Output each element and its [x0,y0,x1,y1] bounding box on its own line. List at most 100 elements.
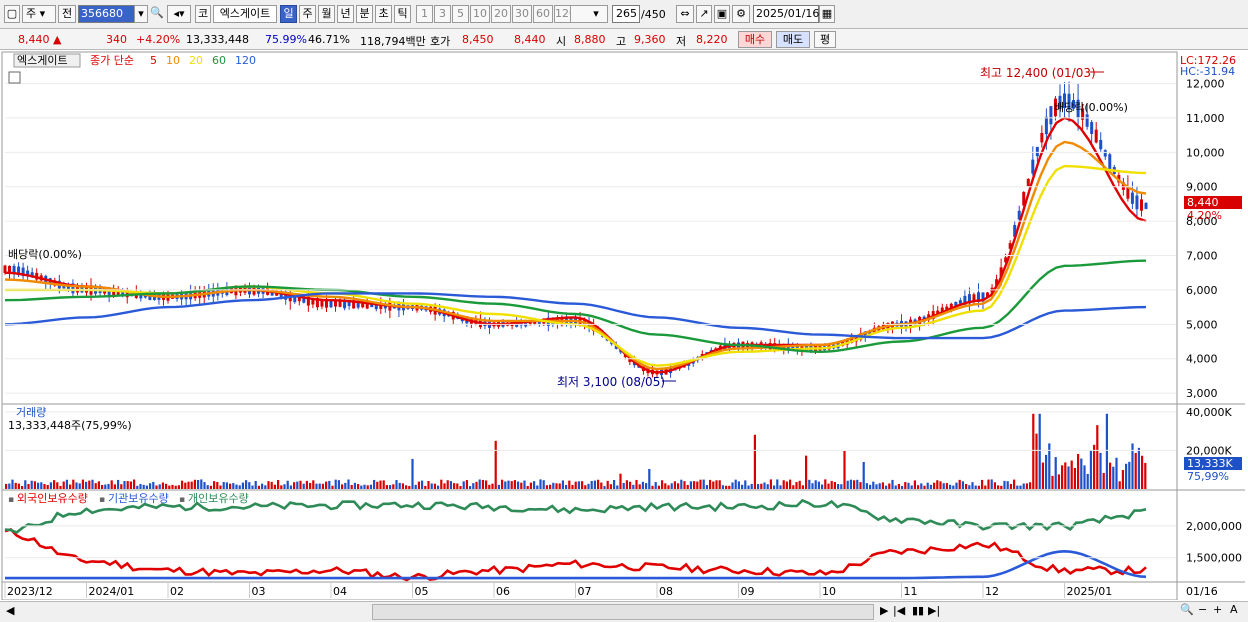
volume-bar [865,483,868,489]
volume-bar [139,484,142,489]
chart-scrollbar[interactable]: ◀ ▶ |◀ ▮▮ ▶| 🔍 − + A [0,601,1248,622]
volume-bar [846,480,849,489]
volume-bar [1137,447,1140,489]
volume-bar [763,482,766,489]
volume-bar [261,483,264,489]
volume-bar [853,480,856,489]
volume-bar [1121,469,1124,489]
volume-bar [507,480,510,489]
volume-bar [609,484,612,489]
volume-bar [443,483,446,489]
volume-bar [824,479,827,489]
play-pause-icon[interactable]: ▮▮ [912,604,924,617]
volume-ytick-label: 20,000K [1186,444,1232,457]
volume-bar [149,483,152,489]
zoom-out-icon[interactable]: − [1198,603,1207,616]
volume-bar [267,481,270,489]
volume-bar [837,484,840,489]
volume-bar [888,483,891,489]
xaxis-right-label: 01/16 [1186,585,1218,598]
candle-body [1139,199,1143,211]
volume-bar [421,480,424,489]
holding-ytick-label: 1,500,000 [1186,552,1242,565]
volume-bar [737,481,740,489]
volume-bar [126,481,129,489]
volume-bar [69,484,72,489]
volume-bar [795,482,798,489]
volume-bar [456,483,459,489]
volume-bar [411,458,414,489]
candle-body [1135,195,1139,210]
volume-bar [350,484,353,489]
volume-bar [773,485,776,489]
volume-bar [5,483,8,489]
volume-bar [245,480,248,489]
font-size-icon[interactable]: A [1230,603,1238,616]
volume-bar [728,485,731,489]
volume-bar [1109,462,1112,489]
volume-bar [171,484,174,489]
volume-bar [712,481,715,489]
volume-bar [878,483,881,489]
volume-bar [1112,466,1115,489]
volume-bar [1141,455,1144,489]
volume-bar [766,484,769,489]
volume-bar [401,483,404,489]
volume-bar [817,481,820,489]
volume-bar [648,468,651,489]
volume-bar [971,482,974,489]
volume-bar [632,484,635,489]
volume-bar [56,482,59,489]
volume-bar [504,481,507,489]
volume-bar [945,483,948,489]
volume-bar [293,482,296,489]
holding-legend-1: 기관보유수량 [108,492,169,505]
volume-bar [696,481,699,489]
volume-bar [1041,462,1044,489]
candle-body [1031,159,1035,174]
indicator-table-icon [8,71,21,84]
volume-bar [72,479,75,489]
volume-bar [241,482,244,489]
candle-body [1035,146,1039,157]
legend-ma-20: 20 [189,54,203,67]
zoom-icon[interactable]: 🔍 [1180,603,1194,616]
last-page-icon[interactable]: ▶| [928,604,940,617]
volume-bar [37,482,40,489]
volume-bar [629,481,632,489]
volume-bar [449,481,452,489]
volume-bar [155,485,158,489]
volume-bar [622,482,625,489]
first-page-icon[interactable]: |◀ [893,604,905,617]
candle-body [1049,106,1053,125]
volume-bar [558,483,561,489]
candle-body [1108,154,1112,170]
volume-bar [862,461,865,489]
volume-bar [974,485,977,489]
scroll-left-icon[interactable]: ◀ [6,604,14,617]
volume-bar [1016,485,1019,489]
volume-bar [811,483,814,489]
legend-ma-prefix: 종가 단순 [90,54,134,67]
volume-bar [910,485,913,489]
volume-bar [363,484,366,489]
volume-bar [478,479,481,489]
volume-bar [955,482,958,489]
volume-pct-tag: 75,99% [1187,470,1229,483]
volume-bar [1025,483,1028,489]
zoom-in-icon[interactable]: + [1213,603,1222,616]
volume-bar [965,484,968,489]
scroll-right-icon[interactable]: ▶ [880,604,888,617]
volume-bar [939,481,942,489]
volume-bar [821,484,824,489]
volume-bar [104,484,107,489]
scroll-thumb[interactable] [372,604,874,620]
volume-bar [395,480,398,489]
price-ytick-label: 12,000 [1186,78,1225,91]
volume-bar [88,480,91,489]
volume-bar [376,481,379,489]
candle-body [1085,114,1089,127]
volume-bar [584,485,587,489]
volume-bar [949,484,952,489]
volume-bar [830,480,833,489]
